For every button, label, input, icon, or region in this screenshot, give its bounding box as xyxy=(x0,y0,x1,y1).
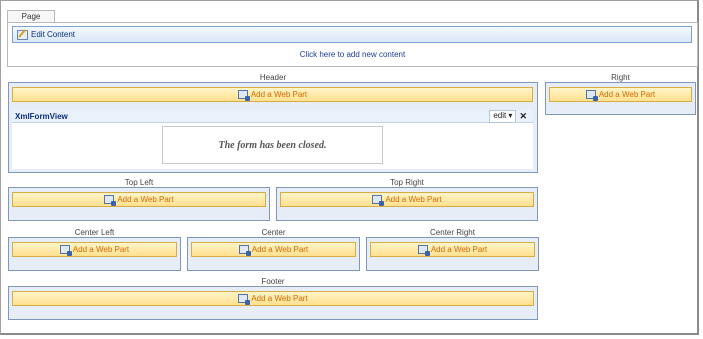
xmlformview-title: XmlFormView xyxy=(15,111,68,121)
add-web-part-label: Add a Web Part xyxy=(117,195,174,204)
edit-content-button[interactable]: Edit Content xyxy=(12,26,692,43)
add-web-part-top-right-button[interactable]: Add a Web Part xyxy=(280,192,534,207)
add-web-part-label: Add a Web Part xyxy=(598,90,656,99)
add-web-part-right-button[interactable]: Add a Web Part xyxy=(549,87,692,102)
edit-content-label: Edit Content xyxy=(31,30,76,39)
edit-content-icon xyxy=(17,29,28,40)
web-part-icon xyxy=(237,90,250,101)
web-part-icon xyxy=(417,245,430,256)
add-web-part-label: Add a Web Part xyxy=(251,294,308,303)
zone-title-top-right: Top Right xyxy=(390,178,424,187)
zone-title-center: Center xyxy=(261,228,286,237)
zone-title-header: Header xyxy=(259,73,287,82)
add-web-part-label: Add a Web Part xyxy=(250,90,308,99)
zone-title-footer: Footer xyxy=(261,277,285,286)
web-part-icon xyxy=(585,90,598,101)
zone-title-center-left: Center Left xyxy=(74,228,115,237)
add-web-part-center-left-button[interactable]: Add a Web Part xyxy=(12,242,177,257)
web-part-icon xyxy=(104,195,117,206)
zone-title-right: Right xyxy=(611,73,630,82)
add-web-part-label: Add a Web Part xyxy=(430,245,488,254)
web-part-icon xyxy=(238,245,251,256)
web-part-icon xyxy=(59,245,72,256)
web-part-icon xyxy=(238,294,251,305)
web-part-icon xyxy=(372,195,385,206)
zone-title-top-left: Top Left xyxy=(124,178,154,187)
add-web-part-center-button[interactable]: Add a Web Part xyxy=(191,242,356,257)
add-web-part-label: Add a Web Part xyxy=(72,245,130,254)
zone-title-center-right: Center Right xyxy=(430,228,475,237)
xmlformview-titlebar: XmlFormView edit ▾ ✕ xyxy=(12,109,533,123)
add-web-part-center-right-button[interactable]: Add a Web Part xyxy=(370,242,535,257)
add-new-content-link[interactable]: Click here to add new content xyxy=(7,50,698,59)
xmlformview-edit-menu[interactable]: edit ▾ xyxy=(489,109,517,123)
add-web-part-label: Add a Web Part xyxy=(251,245,309,254)
add-web-part-label: Add a Web Part xyxy=(385,195,442,204)
add-web-part-top-left-button[interactable]: Add a Web Part xyxy=(12,192,266,207)
close-icon[interactable]: ✕ xyxy=(519,111,527,121)
form-closed-message: The form has been closed. xyxy=(162,126,383,164)
add-web-part-header-button[interactable]: Add a Web Part xyxy=(12,87,533,102)
add-web-part-footer-button[interactable]: Add a Web Part xyxy=(12,291,534,306)
